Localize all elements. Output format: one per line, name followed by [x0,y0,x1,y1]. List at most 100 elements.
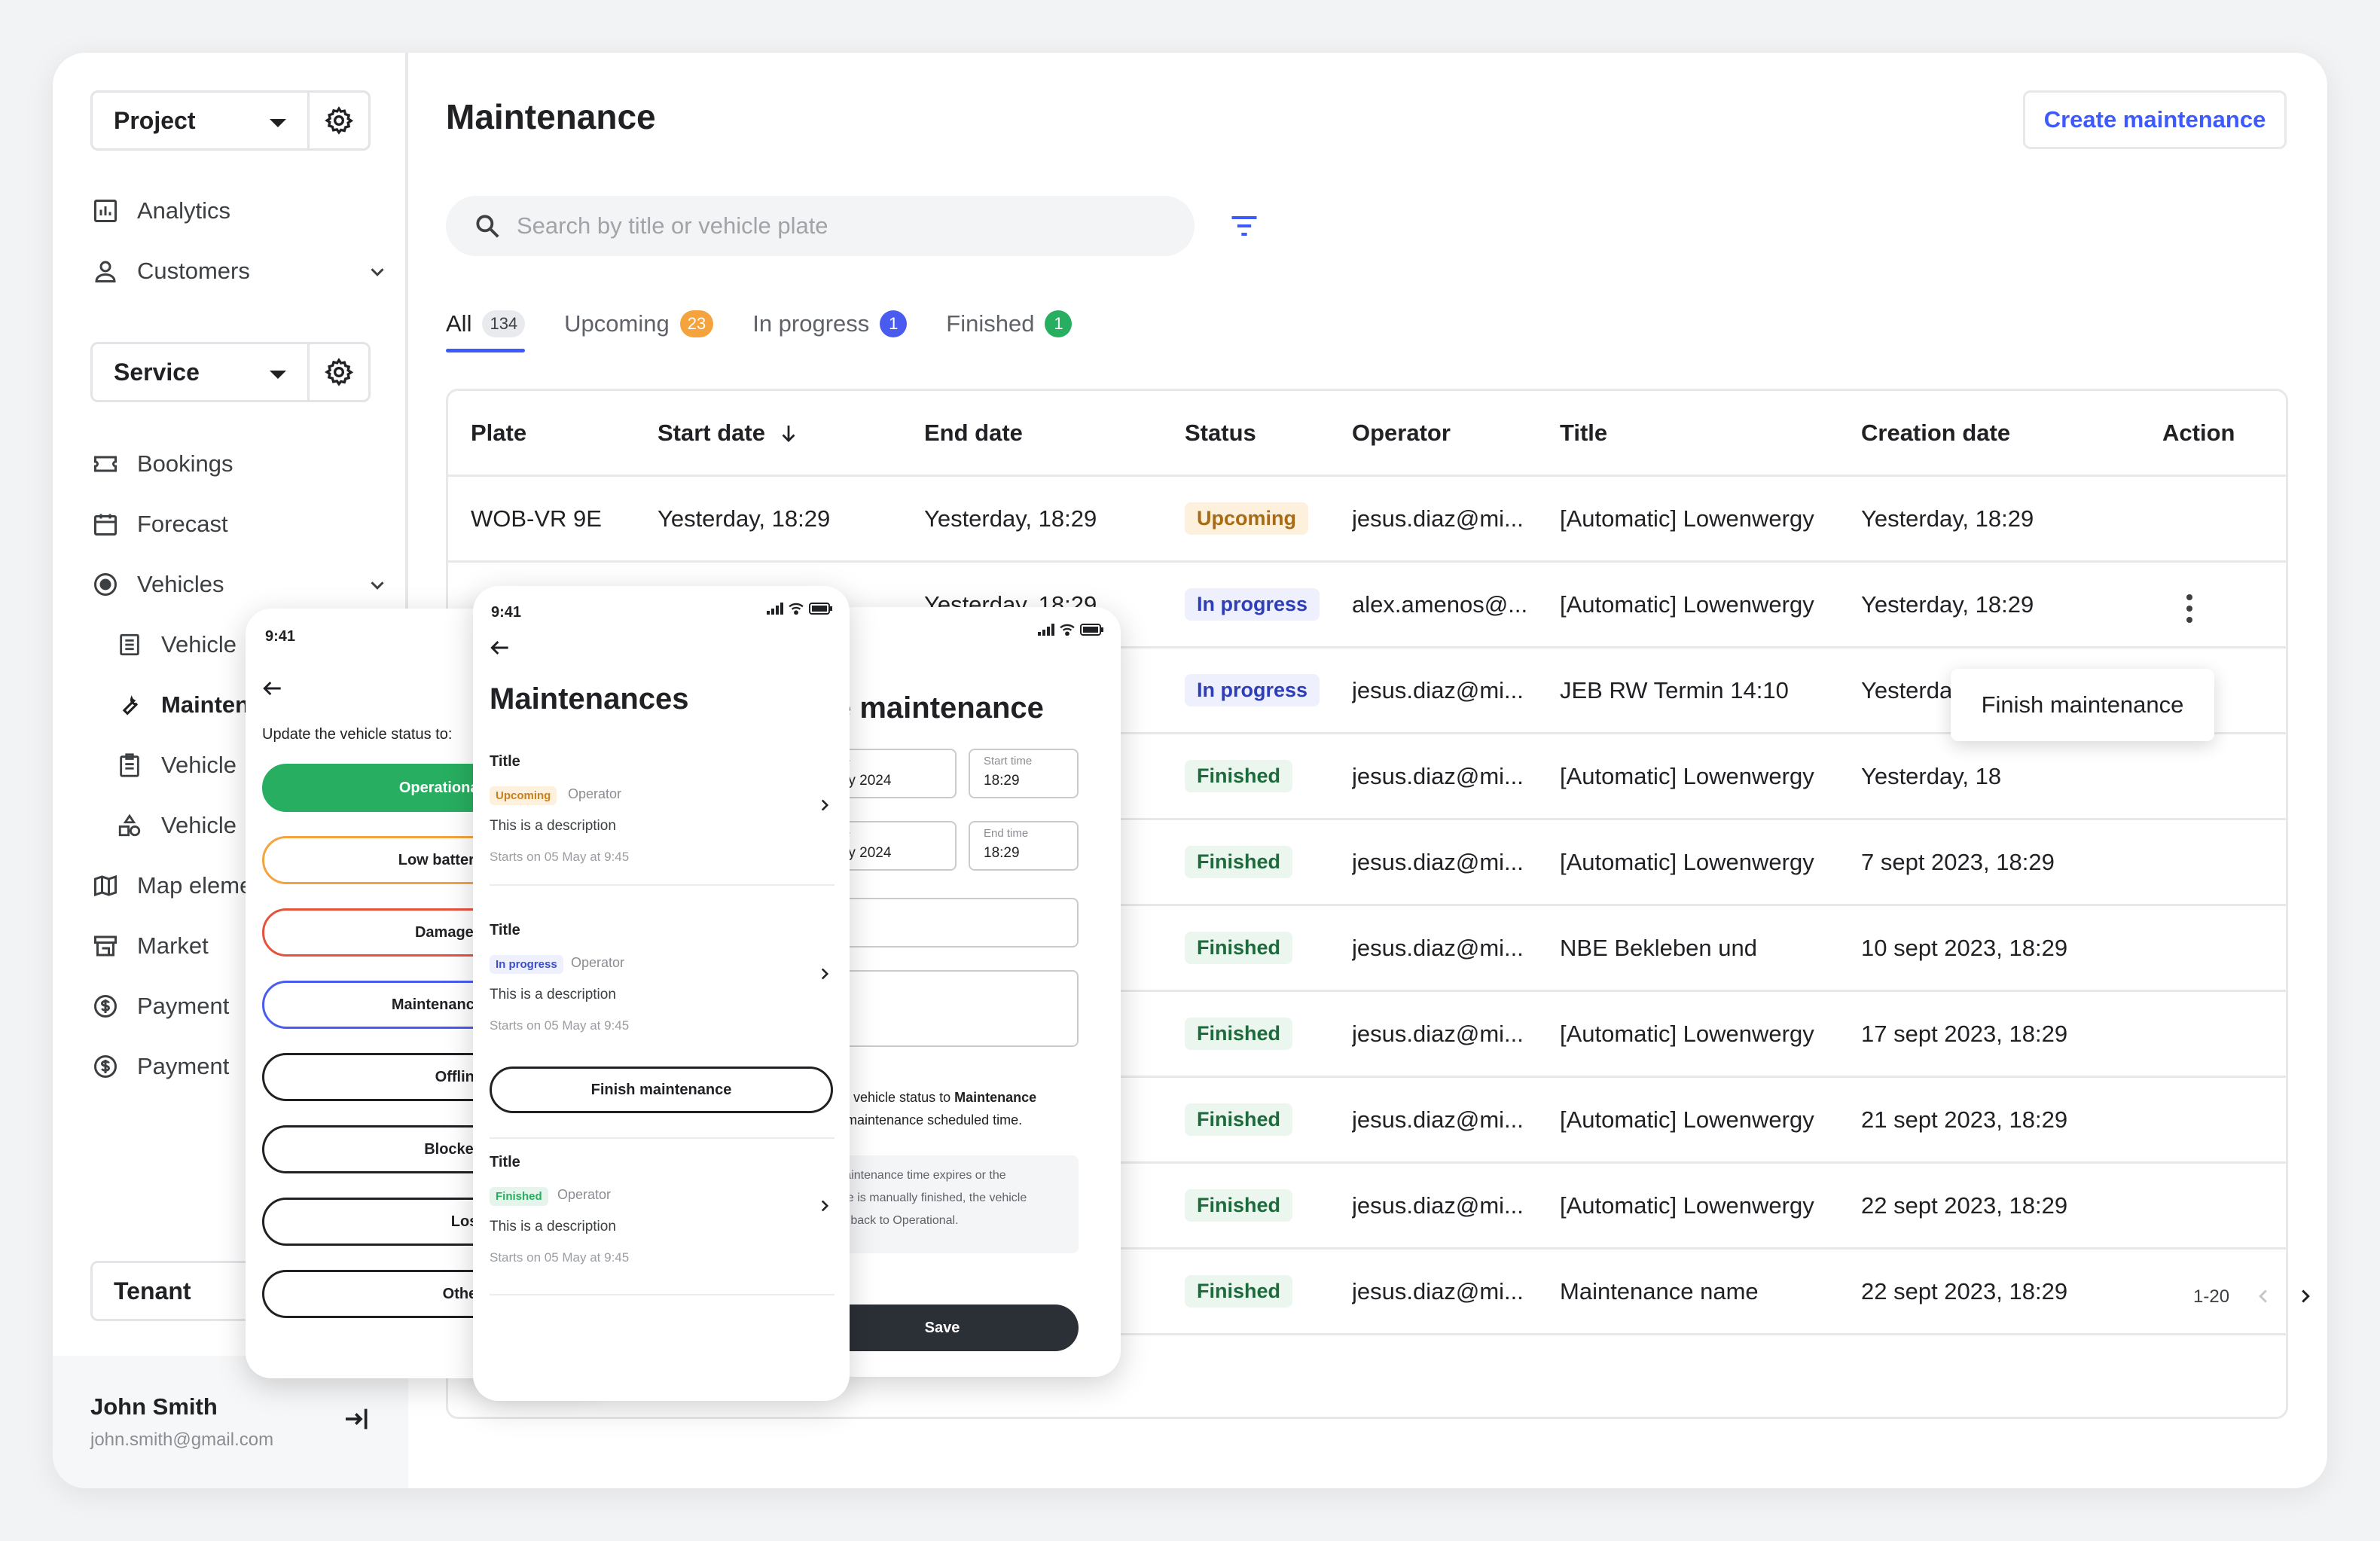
column-header-operator[interactable]: Operator [1352,391,1451,475]
status-option-label: Operational [398,779,483,796]
create-maintenance-button[interactable]: Create maintenance [2023,90,2287,149]
status-badge: Finished [1185,1275,1293,1308]
search-input[interactable] [517,212,1164,240]
tab-all[interactable]: All 134 [446,301,526,352]
status-prompt: Update the vehicle status to: [262,726,453,743]
sidebar-item-customers[interactable]: Customers [90,249,392,294]
status-cell: Finished [1185,992,1293,1076]
item-start-time: Starts on 05 May at 9:45 [490,850,630,864]
wrench-icon [114,690,145,720]
list-icon [114,630,145,660]
column-header-title[interactable]: Title [1560,391,1607,475]
project-settings-button[interactable] [310,93,368,148]
user-icon [90,256,121,286]
info-line: maintenance time expires or the [835,1169,1006,1182]
sidebar-item-analytics[interactable]: Analytics [90,188,392,233]
cell-title: NBE Bekleben und [1560,934,1757,961]
cell-operator: jesus.diaz@mi... [1352,676,1524,703]
cell-created: 22 sept 2023, 18:29 [1861,1277,2068,1305]
end-time-field[interactable]: End time 18:29 [969,821,1079,871]
column-header-start-date[interactable]: Start date [658,391,800,475]
phone-time: 9:41 [265,628,296,645]
column-header-creation-date[interactable]: Creation date [1861,391,2010,475]
item-status-badge: In progress [490,955,563,974]
arrow-down-icon [782,425,795,442]
chevron-down-icon[interactable] [366,574,389,597]
table-row[interactable]: WOB-VR 9E Yesterday, 18:29 Yesterday, 18:2… [448,477,2286,563]
start-time-field[interactable]: Start time 18:29 [969,749,1079,798]
info-line: es back to Operational. [835,1214,959,1227]
status-option-label: Damaged [414,923,483,941]
calendar-icon [90,509,121,539]
page-title: Maintenance [446,97,656,136]
item-title: Title [490,753,520,770]
row-actions-kebab-icon[interactable] [2186,594,2192,628]
status-badge: Finished [1185,760,1293,792]
pagination-prev-button[interactable] [2252,1285,2275,1311]
wifi-icon [1060,624,1075,636]
finish-maintenance-button[interactable]: Finish maintenance [490,1066,833,1113]
chevron-right-icon [815,795,835,819]
logout-button[interactable] [342,1404,372,1438]
status-option-label: Offline [435,1068,483,1085]
map-icon [90,871,121,901]
phone-list-screen: 9:41 Maintenances Title Upcoming Operator T… [473,586,850,1401]
cell-operator: jesus.diaz@mi... [1352,505,1524,532]
tab-count-badge: 23 [679,310,714,337]
analytics-icon [90,196,121,226]
user-name: John Smith [90,1393,218,1420]
project-label: Project [114,106,196,134]
caret-down-icon [270,119,286,127]
project-dropdown[interactable]: Project [93,93,310,148]
search-bar[interactable] [446,196,1195,256]
status-badge: Finished [1185,1103,1293,1136]
ticket-icon [90,449,121,479]
cell-start: Yesterday, 18:29 [658,505,831,532]
sidebar-item-label: Analytics [137,197,231,224]
tab-finished[interactable]: Finished 1 [946,301,1073,346]
column-header-plate[interactable]: Plate [471,391,526,475]
service-dropdown[interactable]: Service [93,344,310,400]
status-option-label: Lost [450,1213,483,1230]
item-start-time: Starts on 05 May at 9:45 [490,1018,630,1033]
chevron-down-icon[interactable] [366,261,389,283]
description-field[interactable] [828,970,1079,1047]
tab-count-badge: 1 [880,310,908,337]
service-settings-button[interactable] [310,344,368,400]
filter-button[interactable] [1228,209,1261,246]
status-badge: Finished [1185,1018,1293,1050]
sidebar-item-bookings[interactable]: Bookings [90,441,392,487]
cell-created: 17 sept 2023, 18:29 [1861,1020,2068,1047]
sidebar-item-vehicles[interactable]: Vehicles [90,562,392,607]
back-button[interactable] [261,676,285,704]
column-header-status[interactable]: Status [1185,391,1256,475]
item-operator: Operator [571,955,625,970]
title-field[interactable] [828,898,1079,947]
sidebar-item-forecast[interactable]: Forecast [90,502,392,547]
finish-maintenance-menu-item[interactable]: Finish maintenance [1951,669,2214,741]
dollar-icon [90,991,121,1021]
item-status-badge: Finished [490,1187,548,1206]
tab-in-progress[interactable]: In progress 1 [752,301,908,346]
cell-operator: jesus.diaz@mi... [1352,934,1524,961]
status-cell: Finished [1185,1164,1293,1247]
pagination-range: 1-20 [2193,1286,2230,1307]
tab-upcoming[interactable]: Upcoming 23 [564,301,714,346]
back-button[interactable] [488,636,512,664]
vehicle-circle-icon [90,569,121,600]
status-cell: In progress [1185,563,1320,646]
column-header-end-date[interactable]: End date [924,391,1023,475]
table-header: Plate Start date End date Status Operato… [448,391,2286,477]
save-button[interactable]: Save [828,1305,1079,1351]
status-badge: In progress [1185,674,1320,706]
dollar-icon [90,1051,121,1082]
arrow-left-icon [263,681,281,696]
project-selector[interactable]: Project [90,90,371,151]
status-badge: Finished [1185,1189,1293,1222]
service-selector[interactable]: Service [90,342,371,402]
item-title: Title [490,1154,520,1170]
pagination-next-button[interactable] [2294,1285,2317,1311]
chevron-right-icon [815,1196,835,1219]
status-tabs: All 134 Upcoming 23 In progress 1 Finish… [446,301,1111,352]
sidebar-item-label: Vehicle [161,812,236,838]
